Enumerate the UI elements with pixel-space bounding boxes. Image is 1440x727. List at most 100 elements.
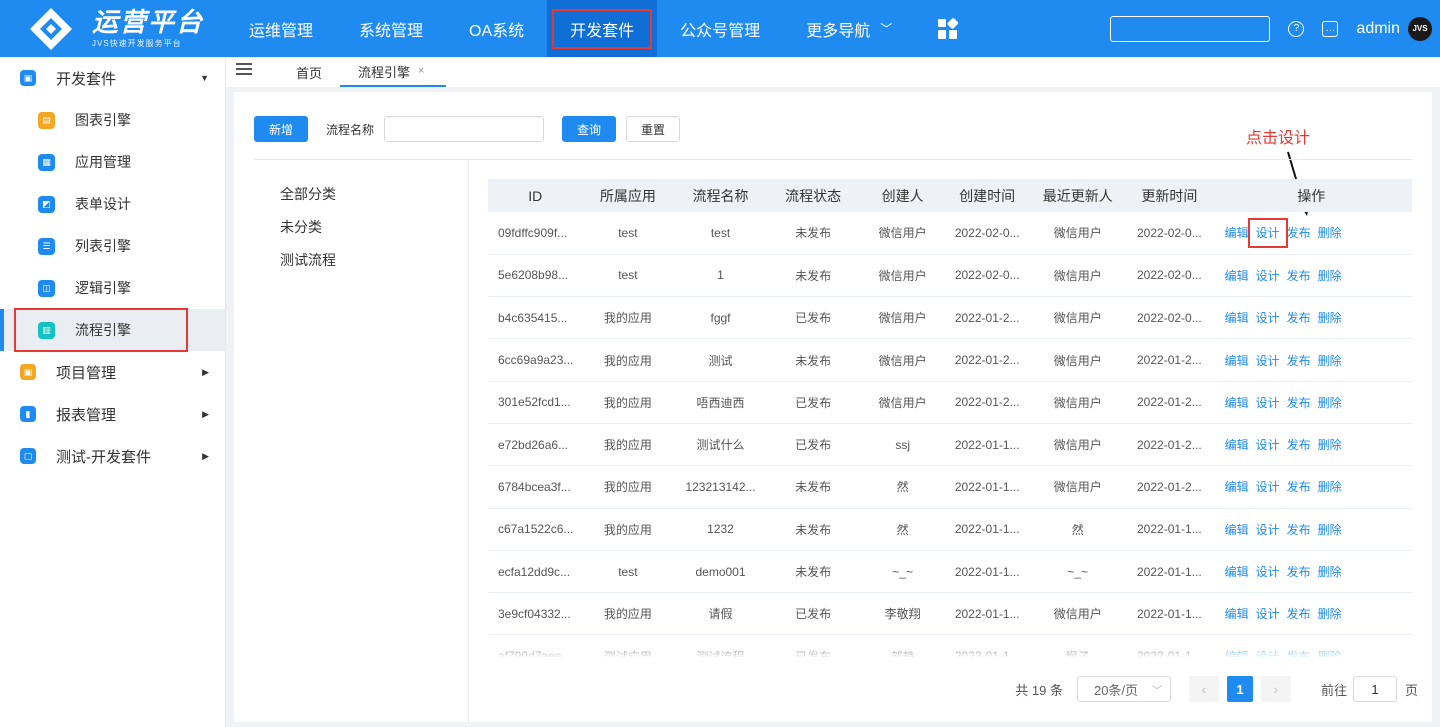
- edit-link[interactable]: 编辑: [1225, 396, 1249, 410]
- edit-link[interactable]: 编辑: [1225, 607, 1249, 621]
- nav-system[interactable]: 系统管理: [336, 0, 446, 57]
- cell-updated-at: 2022-01-2...: [1128, 381, 1211, 424]
- flow-name-input[interactable]: [384, 116, 545, 142]
- design-link[interactable]: 设计: [1247, 218, 1288, 249]
- nav-ops[interactable]: 运维管理: [226, 0, 336, 57]
- publish-link[interactable]: 发布: [1287, 396, 1311, 410]
- prev-page-button[interactable]: ‹: [1188, 676, 1219, 702]
- add-button[interactable]: 新增: [254, 116, 309, 142]
- divider: [254, 159, 1412, 160]
- nav-more[interactable]: 更多导航 ﹀: [783, 0, 915, 57]
- tab-flow-engine[interactable]: 流程引擎 ×: [340, 57, 447, 87]
- design-link[interactable]: 设计: [1256, 311, 1280, 325]
- edit-link[interactable]: 编辑: [1225, 565, 1249, 579]
- column-header: 所属应用: [582, 179, 674, 212]
- sidebar-item-logic-engine[interactable]: ◫ 逻辑引擎: [0, 267, 225, 309]
- category-uncategorized[interactable]: 未分类: [280, 217, 336, 250]
- design-link[interactable]: 设计: [1256, 438, 1280, 452]
- cell-creator: 微信用户: [858, 254, 947, 298]
- menu-toggle-icon[interactable]: [236, 63, 252, 75]
- publish-link[interactable]: 发布: [1287, 565, 1311, 579]
- edit-link[interactable]: 编辑: [1225, 480, 1249, 494]
- edit-link[interactable]: 编辑: [1225, 311, 1249, 325]
- cell-app: 我的应用: [582, 381, 674, 424]
- delete-link[interactable]: 删除: [1318, 565, 1342, 579]
- cell-id: 3e9cf04332...: [488, 592, 583, 636]
- cell-actions: 编辑设计发布删除: [1210, 423, 1412, 467]
- cell-name: demo001: [673, 550, 768, 594]
- delete-link[interactable]: 删除: [1318, 523, 1342, 537]
- message-icon[interactable]: …: [1322, 20, 1339, 37]
- publish-link[interactable]: 发布: [1287, 226, 1311, 240]
- sidebar: ▣ 开发套件 ▼ ▤ 图表引擎 ▦ 应用管理 ◩ 表单设计 ☰ 列表引擎 ◫ 逻…: [0, 57, 226, 727]
- nav-dev-suite[interactable]: 开发套件: [547, 0, 658, 57]
- publish-link[interactable]: 发布: [1287, 523, 1311, 537]
- cell-created-at: 2022-01-1...: [946, 423, 1028, 467]
- design-link[interactable]: 设计: [1256, 565, 1280, 579]
- column-header: 流程名称: [673, 179, 768, 212]
- design-link[interactable]: 设计: [1256, 480, 1280, 494]
- publish-link[interactable]: 发布: [1287, 269, 1311, 283]
- category-all[interactable]: 全部分类: [280, 184, 336, 217]
- user-name[interactable]: admin: [1356, 20, 1400, 38]
- top-search-input[interactable]: [1110, 15, 1271, 42]
- brand-title: 运营平台: [92, 7, 205, 37]
- edit-link[interactable]: 编辑: [1225, 226, 1249, 240]
- table-row: 5e6208b98... test 1 未发布 微信用户 2022-02-0... 微信用户…: [488, 254, 1412, 298]
- column-header: 更新时间: [1128, 179, 1211, 212]
- nav-oa[interactable]: OA系统: [446, 0, 547, 57]
- sidebar-item-list-engine[interactable]: ☰ 列表引擎: [0, 225, 225, 267]
- design-link[interactable]: 设计: [1256, 607, 1280, 621]
- cell-creator: 然: [858, 508, 947, 551]
- design-link[interactable]: 设计: [1256, 396, 1280, 410]
- design-link[interactable]: 设计: [1256, 523, 1280, 537]
- sidebar-group-project[interactable]: ▣ 项目管理 ▶: [0, 351, 225, 393]
- cell-created-at: 2022-02-0...: [946, 212, 1028, 255]
- delete-link[interactable]: 删除: [1318, 269, 1342, 283]
- edit-link[interactable]: 编辑: [1225, 354, 1249, 368]
- publish-link[interactable]: 发布: [1287, 311, 1311, 325]
- delete-link[interactable]: 删除: [1318, 311, 1342, 325]
- design-link[interactable]: 设计: [1256, 354, 1280, 368]
- sidebar-group-report[interactable]: ▮ 报表管理 ▶: [0, 393, 225, 435]
- edit-link[interactable]: 编辑: [1225, 269, 1249, 283]
- delete-link[interactable]: 删除: [1318, 438, 1342, 452]
- edit-link[interactable]: 编辑: [1225, 523, 1249, 537]
- publish-link[interactable]: 发布: [1287, 480, 1311, 494]
- close-icon[interactable]: ×: [418, 65, 424, 77]
- category-list: 全部分类 未分类 测试流程: [280, 184, 336, 283]
- edit-link[interactable]: 编辑: [1225, 438, 1249, 452]
- design-link[interactable]: 设计: [1256, 269, 1280, 283]
- query-button[interactable]: 查询: [562, 116, 617, 142]
- publish-link[interactable]: 发布: [1287, 354, 1311, 368]
- publish-link[interactable]: 发布: [1287, 607, 1311, 621]
- table-row: 301e52fcd1... 我的应用 唔西迪西 已发布 微信用户 2022-01-2...…: [488, 381, 1412, 424]
- sidebar-group-dev-suite[interactable]: ▣ 开发套件 ▼: [0, 57, 225, 99]
- publish-link[interactable]: 发布: [1287, 438, 1311, 452]
- cell-app: 我的应用: [582, 338, 674, 382]
- sidebar-group-test-suite[interactable]: ▢ 测试-开发套件 ▶: [0, 435, 225, 477]
- page-size-select[interactable]: 20条/页 ﹀: [1076, 676, 1171, 702]
- delete-link[interactable]: 删除: [1318, 607, 1342, 621]
- delete-link[interactable]: 删除: [1318, 226, 1342, 240]
- sidebar-item-chart-engine[interactable]: ▤ 图表引擎: [0, 99, 225, 141]
- category-test-flow[interactable]: 测试流程: [280, 250, 336, 283]
- delete-link[interactable]: 删除: [1318, 354, 1342, 368]
- goto-page-input[interactable]: 1: [1352, 676, 1397, 702]
- delete-link[interactable]: 删除: [1318, 396, 1342, 410]
- reset-button[interactable]: 重置: [626, 116, 681, 142]
- nav-wechat[interactable]: 公众号管理: [657, 0, 783, 57]
- help-icon[interactable]: ?: [1288, 20, 1305, 37]
- cell-creator: 李敬翔: [858, 592, 947, 636]
- apps-button[interactable]: [915, 0, 981, 57]
- avatar[interactable]: JVS: [1408, 16, 1432, 41]
- sidebar-item-flow-engine[interactable]: ▥ 流程引擎: [0, 308, 225, 352]
- tab-home[interactable]: 首页: [278, 57, 340, 87]
- sidebar-item-app-manage[interactable]: ▦ 应用管理: [0, 141, 225, 183]
- tab-label: 流程引擎: [358, 64, 411, 80]
- delete-link[interactable]: 删除: [1318, 480, 1342, 494]
- next-page-button[interactable]: ›: [1260, 676, 1291, 702]
- logo[interactable]: 运营平台 JVS快速开发服务平台: [0, 0, 226, 57]
- sidebar-item-form-design[interactable]: ◩ 表单设计: [0, 183, 225, 225]
- page-number-current[interactable]: 1: [1226, 676, 1253, 702]
